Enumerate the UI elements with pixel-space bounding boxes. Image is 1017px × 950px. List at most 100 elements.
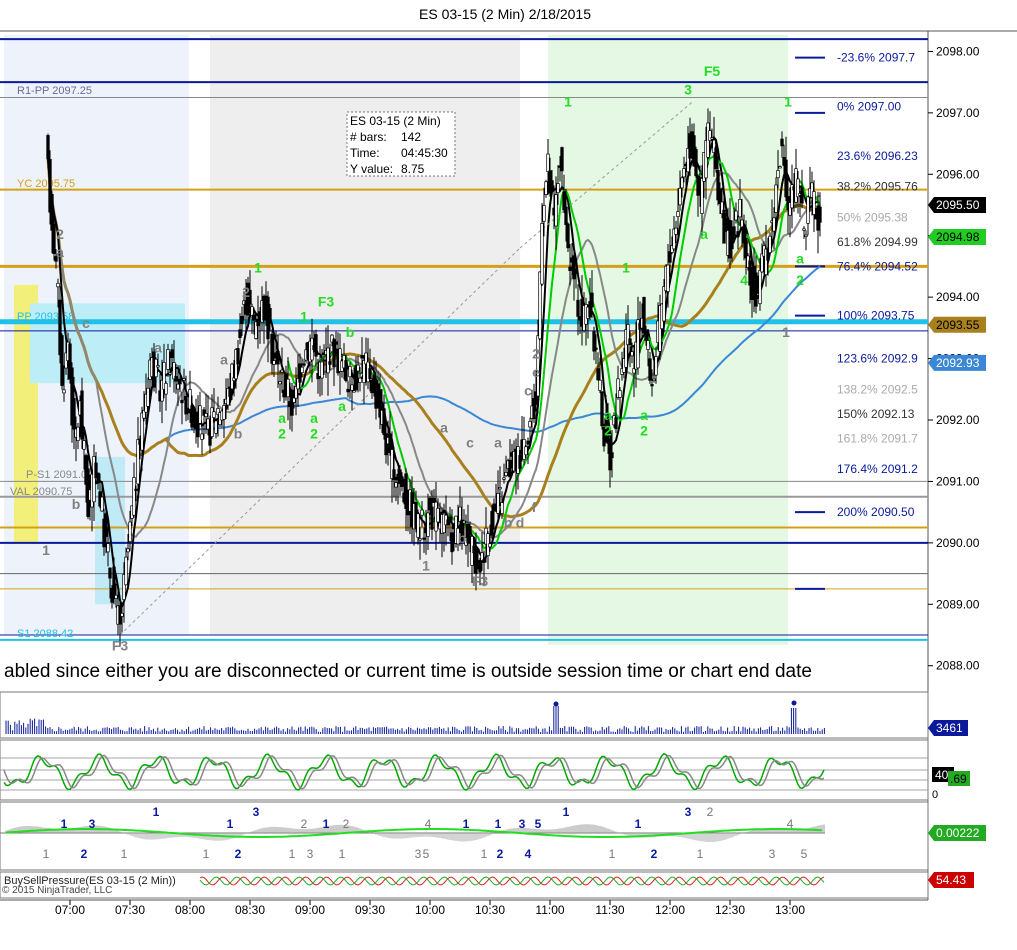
candle-body [498, 487, 502, 490]
candle-body [774, 184, 778, 213]
wave-label: a [56, 244, 64, 260]
stoch-marker-label: .69 [950, 772, 967, 786]
candle-body [540, 223, 544, 285]
wave-label: 1 [300, 309, 308, 325]
candle-body [598, 379, 602, 391]
candle-body [368, 368, 372, 379]
candle-body [662, 286, 666, 322]
candle-body [680, 177, 684, 189]
candle-body [146, 387, 150, 407]
candle-body [718, 188, 722, 204]
wave-label: b [346, 324, 355, 340]
level-label: R1-PP 2097.25 [17, 85, 92, 97]
candle-body [648, 358, 652, 381]
trading-chart[interactable]: ES 03-15 (2 Min) 2/18/2015 R1-PP 2097.25… [0, 0, 1017, 950]
fib-label: 0% 2097.00 [837, 100, 901, 114]
candle-body [198, 405, 202, 424]
candle-body [132, 477, 136, 516]
fib-label: 150% 2092.13 [837, 407, 915, 421]
level-label: YC 2095.75 [17, 178, 75, 190]
candle-body [682, 168, 686, 178]
candle-body [204, 413, 208, 417]
candle-body [508, 459, 512, 478]
histogram-label: 1 [481, 847, 488, 861]
x-tick-label: 12:30 [715, 903, 745, 917]
candle-body [566, 223, 570, 249]
volume-marker-label: 3461 [936, 721, 963, 735]
wave-label: b [458, 530, 467, 546]
candle-body [776, 170, 780, 179]
wave-label: a [310, 410, 318, 426]
candle-body [346, 388, 350, 393]
histogram-label: 2 [301, 817, 308, 831]
level-label: S1 2088.42 [17, 628, 73, 640]
candle-body [286, 378, 290, 398]
fib-label: 76.4% 2094.52 [837, 259, 918, 273]
histogram-label: 2 [651, 847, 658, 861]
candle-body [518, 455, 522, 469]
candle-body [800, 187, 804, 204]
candle-body [214, 420, 218, 434]
candle-body [426, 512, 430, 537]
wave-label: F3 [112, 637, 129, 653]
candle-body [120, 612, 124, 617]
candle-body [60, 335, 64, 386]
session-shade-active [548, 35, 788, 645]
candle-body [740, 219, 744, 228]
y-tick-label: 2094.00 [936, 290, 980, 304]
fib-label: 38.2% 2095.76 [837, 180, 918, 194]
candle-body [806, 196, 810, 224]
candle-body [352, 390, 356, 393]
info-box-key: ES 03-15 (2 Min) [350, 114, 441, 128]
wave-label: 1 [422, 558, 430, 574]
wave-label: b [234, 425, 243, 441]
candle-body [450, 532, 454, 553]
candle-body [560, 147, 564, 172]
candle-body [112, 566, 116, 597]
candle-body [724, 217, 728, 231]
candle-body [710, 137, 714, 140]
wave-label: 1 [254, 260, 262, 276]
candle-body [276, 350, 280, 365]
wave-label: c [82, 315, 90, 331]
y-tick-label: 2088.00 [936, 659, 980, 673]
candle-body [168, 372, 172, 375]
candle-body [394, 482, 398, 488]
candle-body [758, 270, 762, 305]
histogram-label: 1 [289, 847, 296, 861]
candle-body [462, 520, 466, 524]
candle-body [334, 341, 338, 345]
wave-label: d [516, 515, 525, 531]
candle-body [572, 255, 576, 280]
candle-body [206, 418, 210, 430]
time-axis: 07:00 07:30 08:00 08:30 09:00 09:30 10:00 10:30… [0, 899, 928, 917]
histogram-label: 4 [525, 847, 532, 861]
candle-body [124, 556, 128, 586]
histogram-label: 3 [415, 847, 422, 861]
histogram-label: 5 [535, 817, 542, 831]
histogram-label: 2 [707, 805, 714, 819]
candle-body [140, 412, 144, 451]
histogram-label: 3 [519, 817, 526, 831]
fib-label: 50% 2095.38 [837, 210, 908, 224]
fib-label: 23.6% 2096.23 [837, 149, 918, 163]
fib-label: 100% 2093.75 [837, 309, 915, 323]
info-box-key: # bars: [350, 130, 387, 144]
candle-body [564, 206, 568, 226]
wave-label: 2 [242, 284, 250, 300]
candle-body [744, 237, 748, 259]
candle-body [302, 363, 306, 366]
wave-label: a [278, 410, 286, 426]
x-tick-label: 07:00 [55, 903, 85, 917]
candle-body [784, 159, 788, 198]
wave-label: 2 [604, 422, 612, 438]
candle-body [644, 330, 648, 341]
candle-body [416, 513, 420, 538]
candle-body [488, 543, 492, 548]
x-tick-label: 09:00 [295, 903, 325, 917]
wave-label: a [154, 339, 162, 355]
candle-body [652, 378, 656, 382]
histogram-label: 1 [609, 847, 616, 861]
x-tick-label: 08:30 [235, 903, 265, 917]
candle-body [732, 226, 736, 237]
